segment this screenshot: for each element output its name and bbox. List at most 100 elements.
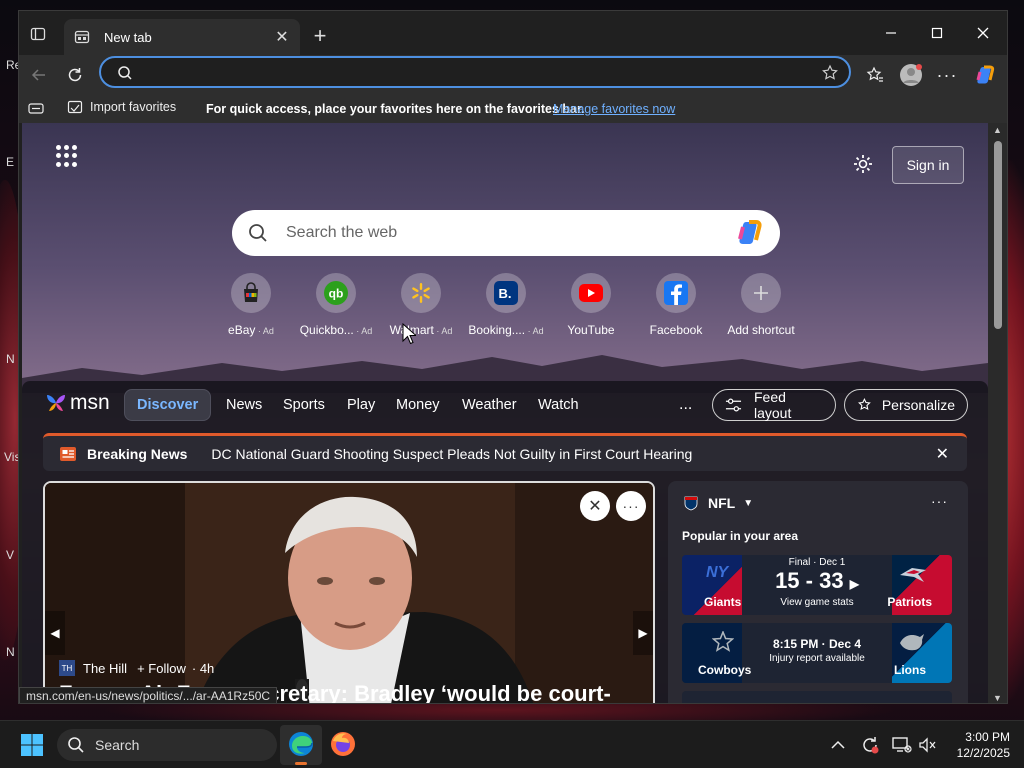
the-hill-logo-icon: TH [59, 660, 75, 676]
maximize-button[interactable] [915, 21, 959, 45]
game-status: Final · Dec 1 [788, 557, 846, 568]
breaking-headline[interactable]: DC National Guard Shooting Suspect Plead… [211, 446, 692, 462]
booking-icon: B. [486, 273, 526, 313]
nav-discover[interactable]: Discover [124, 389, 212, 421]
apps-launcher-icon[interactable] [56, 145, 78, 167]
shortcut-ebay[interactable]: eBay · Ad [209, 273, 293, 339]
svg-text:B.: B. [499, 286, 512, 301]
quickbooks-icon: qb [316, 273, 356, 313]
tab-actions-icon[interactable] [27, 23, 49, 45]
nav-weather[interactable]: Weather [450, 389, 529, 421]
game-sub[interactable]: View game stats [742, 597, 892, 608]
facebook-icon [656, 273, 696, 313]
close-banner-icon[interactable]: ✕ [936, 444, 949, 464]
taskbar-firefox-button[interactable] [330, 731, 356, 762]
desktop-icon-label[interactable]: N [6, 645, 15, 659]
close-tab-icon[interactable]: ✕ [274, 29, 290, 46]
shortcut-booking[interactable]: B. Booking.... · Ad [464, 273, 548, 339]
nav-more-icon[interactable]: ... [667, 389, 704, 421]
web-search-box[interactable]: Search the web [232, 210, 780, 256]
story-options-icon[interactable]: ··· [616, 491, 646, 521]
desktop-icon-label[interactable]: N [6, 352, 15, 366]
add-favorite-star-icon[interactable] [821, 64, 839, 82]
firefox-icon [331, 732, 355, 756]
game-card[interactable]: NY Giants Patriots Final · Dec 1 15 - 33… [682, 555, 952, 615]
refresh-button[interactable] [61, 61, 89, 89]
search-icon [118, 66, 132, 80]
favorites-prompt: For quick access, place your favorites h… [206, 102, 585, 116]
youtube-icon [571, 273, 611, 313]
top-story-card[interactable]: ✕ ··· ◀ ▶ TH The Hill + Follow · 4h Form… [43, 481, 655, 703]
sign-in-button[interactable]: Sign in [892, 146, 964, 184]
taskbar-edge-button[interactable] [280, 725, 322, 765]
sync-status-icon[interactable] [858, 733, 882, 757]
game-sub[interactable]: Injury report available [742, 653, 892, 664]
nav-news[interactable]: News [214, 389, 274, 421]
copilot-icon[interactable] [971, 61, 999, 89]
show-hidden-icons[interactable] [826, 733, 850, 757]
nav-play[interactable]: Play [335, 389, 387, 421]
network-icon[interactable] [890, 733, 914, 757]
close-window-button[interactable] [961, 21, 1005, 45]
tab-new-tab[interactable]: New tab ✕ [64, 19, 300, 55]
follow-button[interactable]: + Follow [137, 661, 186, 676]
windows-logo-icon [21, 734, 43, 756]
carousel-next-icon[interactable]: ▶ [633, 611, 653, 655]
taskbar: Search 3:00 PM 12/2/2025 [0, 720, 1024, 768]
nfl-dropdown[interactable]: NFL ▼ [684, 495, 753, 511]
taskbar-search[interactable]: Search [57, 729, 277, 761]
personalize-button[interactable]: Personalize [844, 389, 968, 421]
back-button[interactable] [25, 61, 53, 89]
scroll-down-icon[interactable]: ▼ [993, 693, 1002, 703]
shortcut-youtube[interactable]: YouTube [549, 273, 633, 339]
scroll-up-icon[interactable]: ▲ [993, 125, 1002, 135]
desktop-icon-label[interactable]: V [6, 548, 14, 562]
import-favorites-button[interactable]: Import favorites [67, 99, 176, 115]
browser-window: New tab ✕ + ··· Import favorites For qui… [18, 10, 1008, 704]
profile-avatar[interactable] [897, 61, 925, 89]
manage-favorites-link[interactable]: Manage favorites now [553, 102, 675, 116]
add-shortcut-button[interactable]: Add shortcut [719, 273, 803, 339]
game-card[interactable] [682, 691, 952, 703]
game-card[interactable]: Cowboys Lions 8:15 PM · Dec 4 Injury rep… [682, 623, 952, 683]
carousel-prev-icon[interactable]: ◀ [45, 611, 65, 655]
scrollbar-thumb[interactable] [994, 141, 1002, 329]
personalize-label: Personalize [881, 397, 955, 413]
search-icon [68, 737, 84, 753]
feed-layout-button[interactable]: Feed layout [712, 389, 836, 421]
nfl-shield-icon [684, 496, 698, 511]
new-tab-button[interactable]: + [307, 23, 333, 49]
edge-icon [289, 732, 313, 756]
desktop-icon-label[interactable]: E [6, 155, 14, 169]
more-options-icon[interactable]: ··· [933, 61, 961, 89]
page-scrollbar[interactable]: ▲ ▼ [988, 123, 1007, 703]
reading-view-icon[interactable] [28, 102, 44, 116]
shortcut-facebook[interactable]: Facebook [634, 273, 718, 339]
start-button[interactable] [20, 733, 44, 762]
nav-watch[interactable]: Watch [526, 389, 591, 421]
msn-wordmark: msn [70, 391, 110, 414]
copilot-icon[interactable] [734, 218, 764, 248]
clock-date: 12/2/2025 [956, 746, 1010, 760]
breaking-news-banner[interactable]: Breaking News DC National Guard Shooting… [43, 433, 967, 471]
volume-muted-icon[interactable] [916, 733, 940, 757]
story-source-row: TH The Hill + Follow · 4h [59, 660, 214, 676]
dismiss-story-icon[interactable]: ✕ [580, 491, 610, 521]
folder-icon [67, 100, 83, 114]
chevron-down-icon: ▼ [743, 497, 754, 509]
tab-title: New tab [104, 29, 152, 45]
nav-sports[interactable]: Sports [271, 389, 337, 421]
nfl-options-icon[interactable]: ··· [931, 493, 948, 509]
address-bar[interactable] [99, 56, 851, 88]
favorites-button[interactable] [861, 61, 889, 89]
system-clock[interactable]: 3:00 PM 12/2/2025 [940, 729, 1010, 761]
story-source[interactable]: The Hill [83, 661, 127, 676]
settings-gear-icon[interactable] [852, 153, 874, 175]
nav-money[interactable]: Money [384, 389, 452, 421]
minimize-button[interactable] [869, 21, 913, 45]
msn-logo[interactable]: msn [44, 391, 110, 415]
shortcut-quickbooks[interactable]: qb Quickbo... · Ad [294, 273, 378, 339]
giants-logo-icon: NY [706, 564, 729, 581]
active-indicator [295, 762, 307, 765]
shortcut-walmart[interactable]: Walmart · Ad [379, 273, 463, 339]
